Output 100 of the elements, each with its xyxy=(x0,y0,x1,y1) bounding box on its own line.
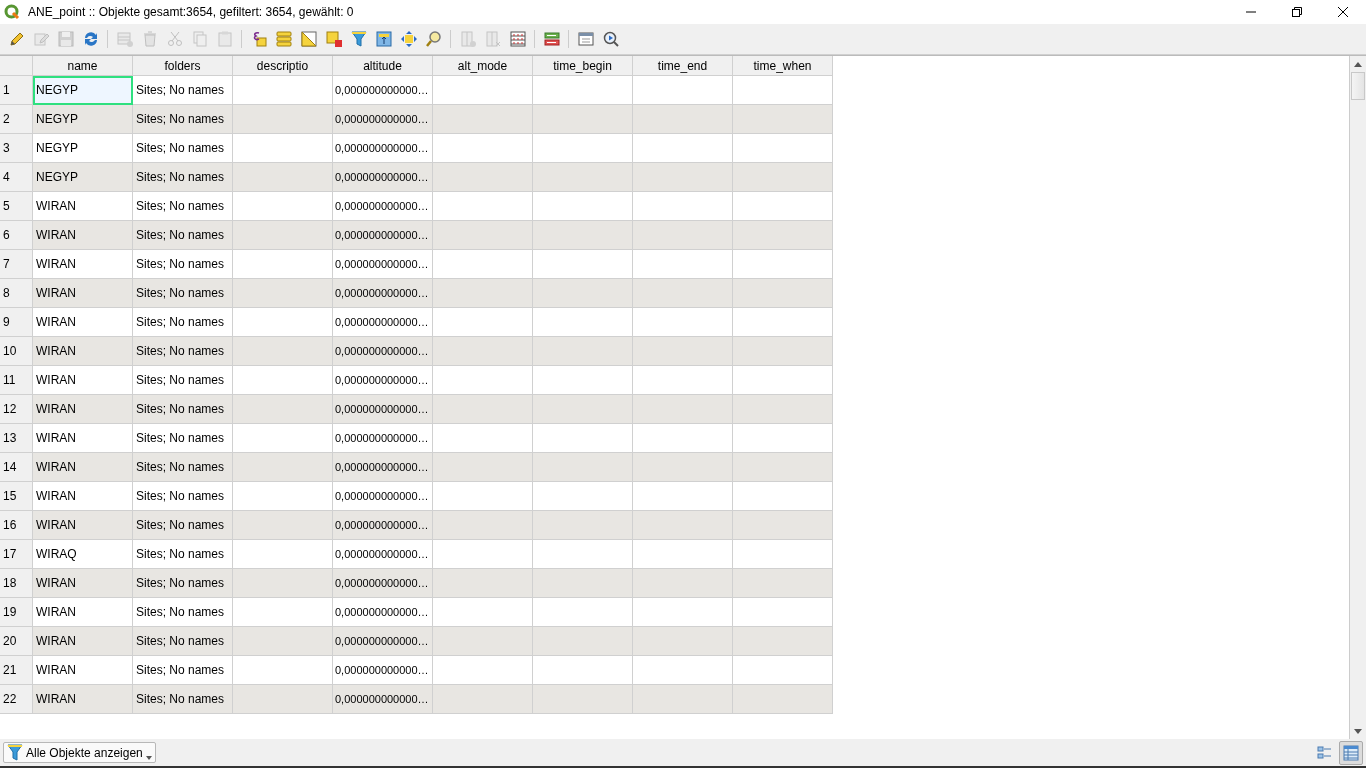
invert-selection-icon[interactable] xyxy=(299,30,318,48)
app-logo-icon xyxy=(4,4,20,20)
table-cell: Sites; No names xyxy=(132,162,233,192)
window-title: ANE_point :: Objekte gesamt:3654, gefiltert: 3654, gewählt: 0 xyxy=(28,5,355,19)
column-header[interactable]: alt_mode xyxy=(432,56,533,76)
row-number[interactable]: 2 xyxy=(0,104,33,134)
table-cell: WIRAN xyxy=(32,278,133,308)
row-number[interactable]: 5 xyxy=(0,191,33,221)
scroll-down-icon[interactable] xyxy=(1354,728,1362,734)
table-cell: 0,000000000000… xyxy=(332,104,433,134)
table-cell: Sites; No names xyxy=(132,481,233,511)
table-cell: 0,000000000000… xyxy=(332,220,433,250)
table-view-icon[interactable] xyxy=(1339,740,1363,765)
table-cell: WIRAN xyxy=(32,452,133,482)
close-icon xyxy=(1337,6,1349,18)
table-cell: 0,000000000000… xyxy=(332,452,433,482)
table-cell: 0,000000000000… xyxy=(332,191,433,221)
column-header[interactable]: folders xyxy=(132,56,233,76)
row-number[interactable]: 6 xyxy=(0,220,33,250)
table-cell: Sites; No names xyxy=(132,452,233,482)
table-cell: 0,000000000000… xyxy=(332,278,433,308)
table-cell: 0,000000000000… xyxy=(332,249,433,279)
table-cell: Sites; No names xyxy=(132,394,233,424)
filter-icon[interactable] xyxy=(349,30,368,48)
row-number[interactable]: 19 xyxy=(0,597,33,627)
table-cell: 0,000000000000… xyxy=(332,133,433,163)
magnifier-icon[interactable] xyxy=(424,30,443,48)
table-cell: WIRAN xyxy=(32,655,133,685)
filter-dropdown-button[interactable]: Alle Objekte anzeigen xyxy=(3,742,156,763)
table-cell: Sites; No names xyxy=(132,365,233,395)
scrollbar-thumb[interactable] xyxy=(1351,72,1365,100)
row-number[interactable]: 12 xyxy=(0,394,33,424)
row-number[interactable]: 14 xyxy=(0,452,33,482)
table-cell: WIRAN xyxy=(32,684,133,714)
row-number[interactable]: 20 xyxy=(0,626,33,656)
table-cell: 0,000000000000… xyxy=(332,162,433,192)
column-header[interactable]: time_when xyxy=(732,56,833,76)
table-cell: WIRAN xyxy=(32,597,133,627)
row-number[interactable]: 3 xyxy=(0,133,33,163)
row-number[interactable]: 17 xyxy=(0,539,33,569)
table-cell: 0,000000000000… xyxy=(332,684,433,714)
row-number[interactable]: 21 xyxy=(0,655,33,685)
row-number[interactable]: 4 xyxy=(0,162,33,192)
table-cell: 0,000000000000… xyxy=(332,423,433,453)
row-number[interactable]: 18 xyxy=(0,568,33,598)
row-number[interactable]: 11 xyxy=(0,365,33,395)
column-header[interactable]: time_end xyxy=(632,56,733,76)
table-cell: 0,000000000000… xyxy=(332,510,433,540)
filter-icon xyxy=(7,743,23,762)
table-cell: WIRAN xyxy=(32,336,133,366)
row-number[interactable]: 10 xyxy=(0,336,33,366)
column-header[interactable]: altitude xyxy=(332,56,433,76)
row-number[interactable]: 13 xyxy=(0,423,33,453)
window-icon[interactable] xyxy=(576,30,595,48)
row-number[interactable]: 9 xyxy=(0,307,33,337)
table-cell: 0,000000000000… xyxy=(332,597,433,627)
scrollbar[interactable] xyxy=(1349,56,1366,739)
table-cell: Sites; No names xyxy=(132,684,233,714)
table-cell: NEGYP xyxy=(32,133,133,163)
row-number[interactable]: 1 xyxy=(0,75,33,105)
table-cell: 0,000000000000… xyxy=(332,568,433,598)
table-cell: 0,000000000000… xyxy=(332,307,433,337)
table-cell: WIRAN xyxy=(32,307,133,337)
row-number[interactable]: 16 xyxy=(0,510,33,540)
deselect-icon[interactable] xyxy=(324,30,343,48)
table-cell: WIRAN xyxy=(32,394,133,424)
table-cell: WIRAN xyxy=(32,220,133,250)
table-cell: Sites; No names xyxy=(132,510,233,540)
table-cell: 0,000000000000… xyxy=(332,626,433,656)
select-all-icon[interactable] xyxy=(274,30,293,48)
table-cell: Sites; No names xyxy=(132,568,233,598)
pan-to-selection-icon[interactable] xyxy=(399,30,418,48)
column-header[interactable]: descriptio xyxy=(232,56,333,76)
table-cell: 0,000000000000… xyxy=(332,539,433,569)
move-to-top-icon[interactable] xyxy=(374,30,393,48)
table-cell: Sites; No names xyxy=(132,249,233,279)
table-cell: 0,000000000000… xyxy=(332,75,433,105)
table-cell: NEGYP xyxy=(32,162,133,192)
table-cell: WIRAN xyxy=(32,249,133,279)
table-cell: 0,000000000000… xyxy=(332,336,433,366)
table-cell: Sites; No names xyxy=(132,336,233,366)
table-cell: WIRAN xyxy=(32,423,133,453)
table-cell: WIRAN xyxy=(32,191,133,221)
row-number[interactable]: 8 xyxy=(0,278,33,308)
row-number[interactable]: 15 xyxy=(0,481,33,511)
abacus-icon[interactable] xyxy=(508,30,527,48)
column-header[interactable]: name xyxy=(32,56,133,76)
table-cell: Sites; No names xyxy=(132,423,233,453)
table-cell: Sites; No names xyxy=(132,133,233,163)
row-number[interactable]: 7 xyxy=(0,249,33,279)
table-cell: Sites; No names xyxy=(132,104,233,134)
table-cell: Sites; No names xyxy=(132,539,233,569)
table-cell: NEGYP xyxy=(32,104,133,134)
column-header[interactable]: time_begin xyxy=(532,56,633,76)
conditional-format-icon[interactable] xyxy=(542,30,561,48)
caret-icon xyxy=(145,756,152,760)
table-cell: Sites; No names xyxy=(132,307,233,337)
row-number[interactable]: 22 xyxy=(0,684,33,714)
table-cell: WIRAN xyxy=(32,568,133,598)
scroll-up-icon[interactable] xyxy=(1354,61,1362,67)
